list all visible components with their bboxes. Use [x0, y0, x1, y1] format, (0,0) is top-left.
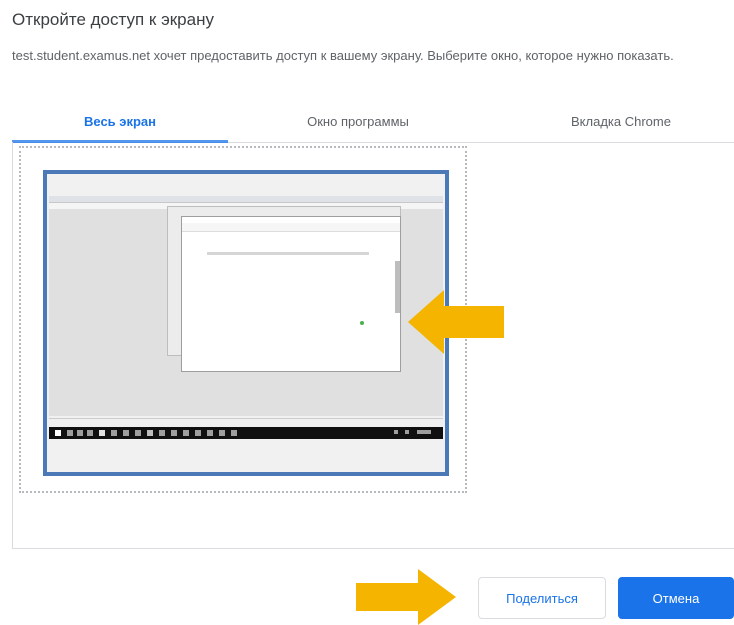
tray-icon	[405, 430, 409, 434]
arrow-right-icon	[356, 569, 456, 625]
status-dot	[360, 321, 364, 325]
screen-option[interactable]	[19, 146, 467, 493]
tab-entire-screen[interactable]: Весь экран	[12, 106, 228, 140]
taskbar-icon	[171, 430, 177, 436]
arrow-left-icon	[408, 290, 504, 354]
tab-label: Вкладка Chrome	[571, 114, 671, 129]
tray-clock	[417, 430, 431, 434]
share-button[interactable]: Поделиться	[478, 577, 606, 619]
taskbar-icon	[159, 430, 165, 436]
tray-icon	[394, 430, 398, 434]
foreground-window	[181, 216, 401, 372]
desktop-statusbar	[49, 418, 443, 427]
dialog-description: test.student.examus.net хочет предостави…	[12, 48, 674, 63]
taskbar-icon	[99, 430, 105, 436]
taskbar-icon	[195, 430, 201, 436]
taskbar-icon	[231, 430, 237, 436]
browser-tabstrip	[49, 196, 443, 203]
taskbar-icon	[111, 430, 117, 436]
window-content-row	[207, 252, 369, 255]
source-tabs: Весь экран Окно программы Вкладка Chrome	[12, 106, 734, 143]
taskbar-icon	[135, 430, 141, 436]
source-list	[12, 142, 734, 549]
dialog-title: Откройте доступ к экрану	[12, 10, 214, 29]
tab-label: Окно программы	[307, 114, 409, 129]
tab-application-window[interactable]: Окно программы	[250, 106, 466, 140]
start-icon	[55, 430, 61, 436]
desktop-taskbar	[49, 427, 443, 439]
window-toolbar	[182, 223, 400, 232]
desktop-preview	[49, 196, 443, 416]
tab-label: Весь экран	[84, 114, 156, 129]
taskbar-icon	[123, 430, 129, 436]
screen-thumbnail[interactable]	[43, 170, 449, 476]
window-scrollbar	[395, 261, 400, 313]
taskbar-icon	[207, 430, 213, 436]
cancel-button[interactable]: Отмена	[618, 577, 734, 619]
tab-chrome-tab[interactable]: Вкладка Chrome	[508, 106, 734, 140]
share-screen-dialog: { "dialog": { "title": "Откройте доступ …	[0, 0, 734, 625]
taskbar-icon	[219, 430, 225, 436]
taskbar-icon	[87, 430, 93, 436]
taskbar-icon	[147, 430, 153, 436]
taskbar-icon	[77, 430, 83, 436]
taskbar-icon	[67, 430, 73, 436]
taskbar-icon	[183, 430, 189, 436]
